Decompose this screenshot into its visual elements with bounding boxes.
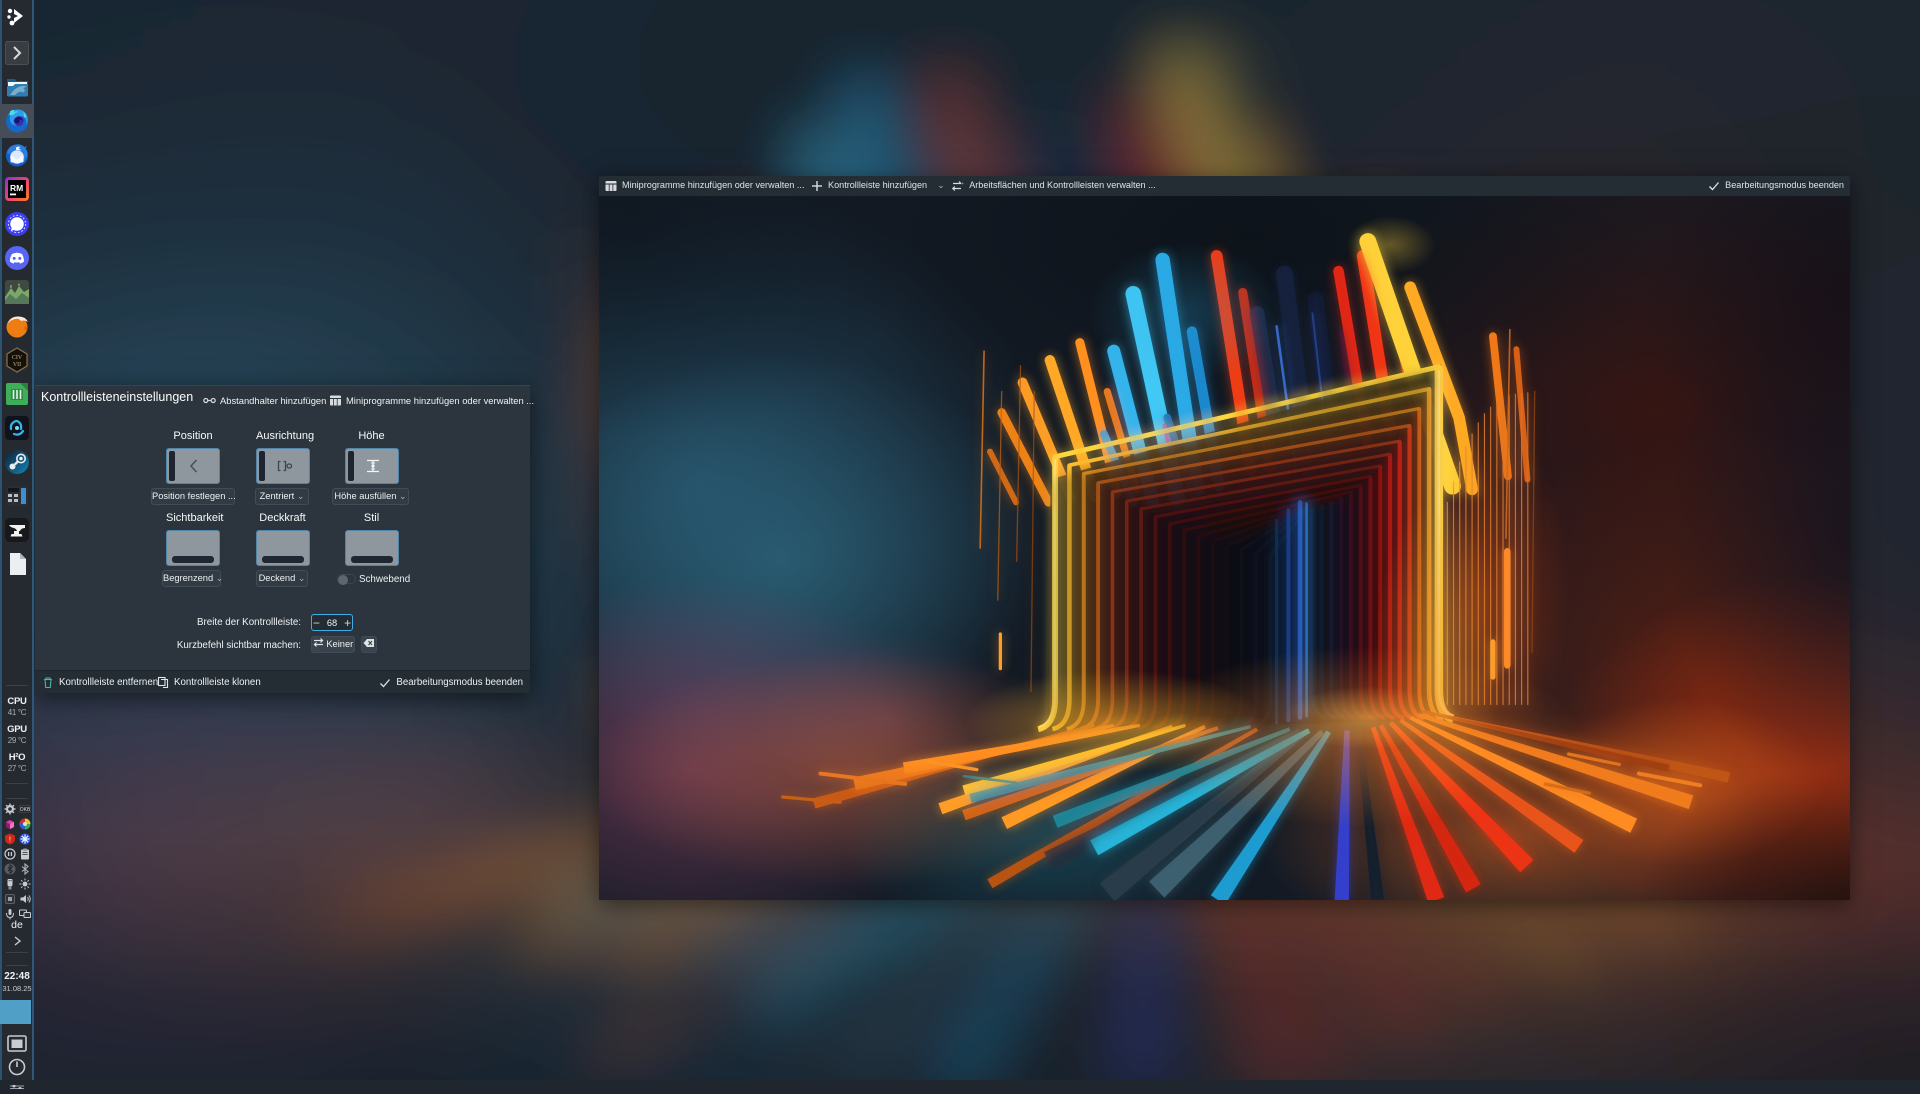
svg-text:RM: RM bbox=[10, 183, 23, 193]
svg-text:CIV: CIV bbox=[12, 355, 23, 361]
svg-text:VII: VII bbox=[13, 362, 21, 368]
svg-text:!: ! bbox=[9, 837, 11, 844]
svg-text:OKB: OKB bbox=[20, 807, 31, 813]
